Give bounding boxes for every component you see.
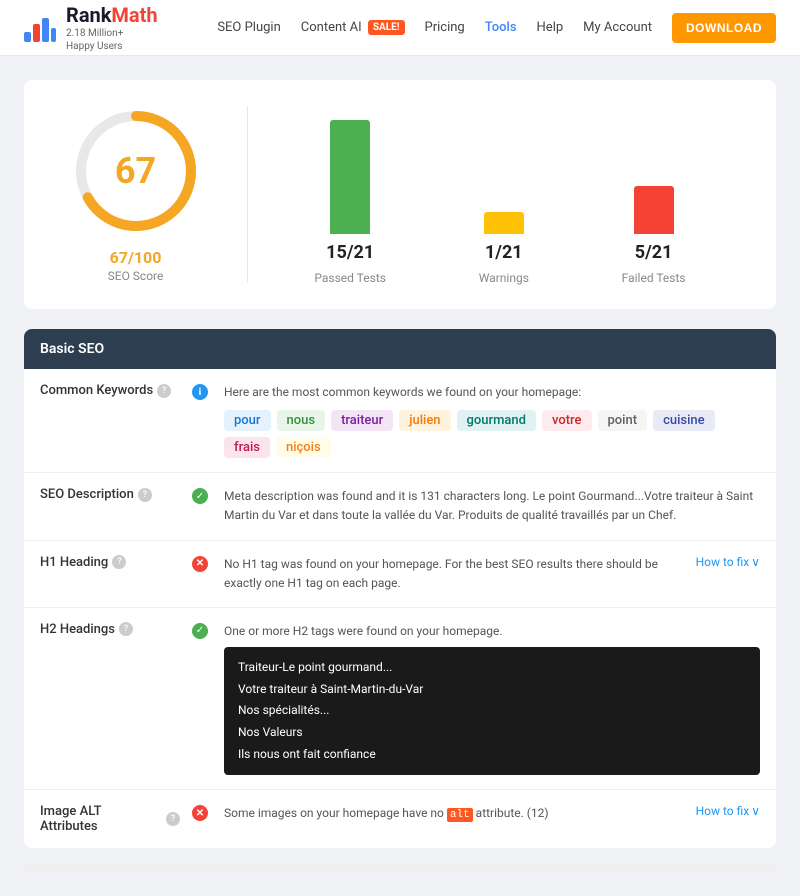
keywords-intro: Here are the most common keywords we fou… xyxy=(224,383,760,402)
basic-seo-section: Basic SEO Common Keywords ? i Here are t… xyxy=(24,329,776,848)
label-common-keywords: Common Keywords ? xyxy=(40,383,180,398)
error-icon-h1: ✕ xyxy=(192,556,208,572)
bar-passed-desc: Passed Tests xyxy=(314,271,386,285)
check-icon-seo-desc: ✓ xyxy=(192,488,208,504)
nav-tools[interactable]: Tools xyxy=(485,20,517,35)
row-h1-heading: H1 Heading ? ✕ No H1 tag was found on yo… xyxy=(24,541,776,608)
content-h1: No H1 tag was found on your homepage. Fo… xyxy=(224,555,674,593)
h2-line-5: Ils nous ont fait confiance xyxy=(238,744,746,766)
bar-failed: 5/21 Failed Tests xyxy=(622,114,686,285)
status-icon-alt: ✕ xyxy=(192,804,212,821)
status-icon-keywords: i xyxy=(192,383,212,400)
h2-line-3: Nos spécialités... xyxy=(238,700,746,722)
tag-nous: nous xyxy=(277,410,326,431)
tag-traiteur: traiteur xyxy=(331,410,393,431)
bar-warnings-desc: Warnings xyxy=(479,271,529,285)
tag-gourmand: gourmand xyxy=(457,410,536,431)
score-number: 67 xyxy=(115,150,156,192)
score-sublabel: SEO Score xyxy=(108,269,164,283)
keyword-tags: pour nous traiteur julien gourmand votre… xyxy=(224,410,760,458)
help-icon-alt[interactable]: ? xyxy=(166,812,180,826)
nav-pricing[interactable]: Pricing xyxy=(425,20,465,35)
main-content: 67 67/100 SEO Score 15/21 Passed Tests 1… xyxy=(0,56,800,896)
label-h2: H2 Headings ? xyxy=(40,622,180,637)
chevron-down-icon-alt: ∨ xyxy=(751,804,760,818)
bar-warnings: 1/21 Warnings xyxy=(479,114,529,285)
check-icon-h2: ✓ xyxy=(192,623,208,639)
score-card: 67 67/100 SEO Score xyxy=(48,106,248,283)
how-to-fix-h1[interactable]: How to fix ∨ xyxy=(686,555,760,569)
info-icon: i xyxy=(192,384,208,400)
error-icon-alt: ✕ xyxy=(192,805,208,821)
nav-content-ai[interactable]: Content AI SALE! xyxy=(301,20,405,35)
bar-failed-bar xyxy=(634,186,674,234)
label-image-alt: Image ALT Attributes ? xyxy=(40,804,180,834)
tag-frais: frais xyxy=(224,437,270,458)
status-icon-h1: ✕ xyxy=(192,555,212,572)
tag-julien: julien xyxy=(399,410,450,431)
row-h2-headings: H2 Headings ? ✓ One or more H2 tags were… xyxy=(24,608,776,790)
score-section: 67 67/100 SEO Score 15/21 Passed Tests 1… xyxy=(24,80,776,309)
h2-line-4: Nos Valeurs xyxy=(238,722,746,744)
h2-box: Traiteur-Le point gourmand... Votre trai… xyxy=(224,647,760,775)
alt-highlight: alt xyxy=(447,808,473,822)
label-h1: H1 Heading ? xyxy=(40,555,180,570)
h2-line-2: Votre traiteur à Saint-Martin-du-Var xyxy=(238,679,746,701)
seo-desc-text: Meta description was found and it is 131… xyxy=(224,487,760,525)
score-label: 67/100 xyxy=(110,248,162,267)
nav: SEO Plugin Content AI SALE! Pricing Tool… xyxy=(217,13,776,43)
row-common-keywords: Common Keywords ? i Here are the most co… xyxy=(24,369,776,473)
content-alt: Some images on your homepage have no alt… xyxy=(224,804,674,825)
bar-warnings-value: 1/21 xyxy=(485,242,523,263)
row-seo-description: SEO Description ? ✓ Meta description was… xyxy=(24,473,776,540)
chevron-down-icon: ∨ xyxy=(751,555,760,569)
bars-section: 15/21 Passed Tests 1/21 Warnings 5/21 Fa… xyxy=(248,104,752,285)
nav-my-account[interactable]: My Account xyxy=(583,20,652,35)
h2-line-1: Traiteur-Le point gourmand... xyxy=(238,657,746,679)
bottom-bar xyxy=(24,864,776,872)
status-icon-h2: ✓ xyxy=(192,622,212,639)
alt-text: Some images on your homepage have no alt… xyxy=(224,804,674,825)
nav-seo-plugin[interactable]: SEO Plugin xyxy=(217,20,280,35)
circle-chart: 67 xyxy=(71,106,201,236)
help-icon-h1[interactable]: ? xyxy=(112,555,126,569)
label-seo-description: SEO Description ? xyxy=(40,487,180,502)
help-icon-h2[interactable]: ? xyxy=(119,622,133,636)
sale-badge: SALE! xyxy=(368,20,405,35)
tag-votre: votre xyxy=(542,410,592,431)
header: RankMath 2.18 Million+ Happy Users SEO P… xyxy=(0,0,800,56)
h2-text: One or more H2 tags were found on your h… xyxy=(224,622,760,641)
bar-passed-value: 15/21 xyxy=(326,242,374,263)
logo-name: RankMath xyxy=(66,3,158,27)
bar-failed-desc: Failed Tests xyxy=(622,271,686,285)
content-seo-desc: Meta description was found and it is 131… xyxy=(224,487,760,525)
logo-tagline: 2.18 Million+ Happy Users xyxy=(66,27,158,53)
bar-failed-value: 5/21 xyxy=(635,242,673,263)
status-icon-seo-desc: ✓ xyxy=(192,487,212,504)
tag-point: point xyxy=(598,410,648,431)
nav-help[interactable]: Help xyxy=(537,20,564,35)
logo-icon xyxy=(24,14,56,42)
tag-cuisine: cuisine xyxy=(653,410,715,431)
download-button[interactable]: DOWNLOAD xyxy=(672,13,776,43)
tag-nicois: niçois xyxy=(276,437,331,458)
tag-pour: pour xyxy=(224,410,271,431)
how-to-fix-alt[interactable]: How to fix ∨ xyxy=(686,804,760,818)
help-icon-seo-desc[interactable]: ? xyxy=(138,488,152,502)
bar-warnings-bar xyxy=(484,212,524,234)
section-title: Basic SEO xyxy=(24,329,776,369)
content-keywords: Here are the most common keywords we fou… xyxy=(224,383,760,458)
bar-passed-bar xyxy=(330,120,370,234)
row-image-alt: Image ALT Attributes ? ✕ Some images on … xyxy=(24,790,776,848)
logo-area: RankMath 2.18 Million+ Happy Users xyxy=(24,3,158,53)
help-icon-keywords[interactable]: ? xyxy=(157,384,171,398)
content-h2: One or more H2 tags were found on your h… xyxy=(224,622,760,775)
bar-passed: 15/21 Passed Tests xyxy=(314,114,386,285)
h1-text: No H1 tag was found on your homepage. Fo… xyxy=(224,555,674,593)
